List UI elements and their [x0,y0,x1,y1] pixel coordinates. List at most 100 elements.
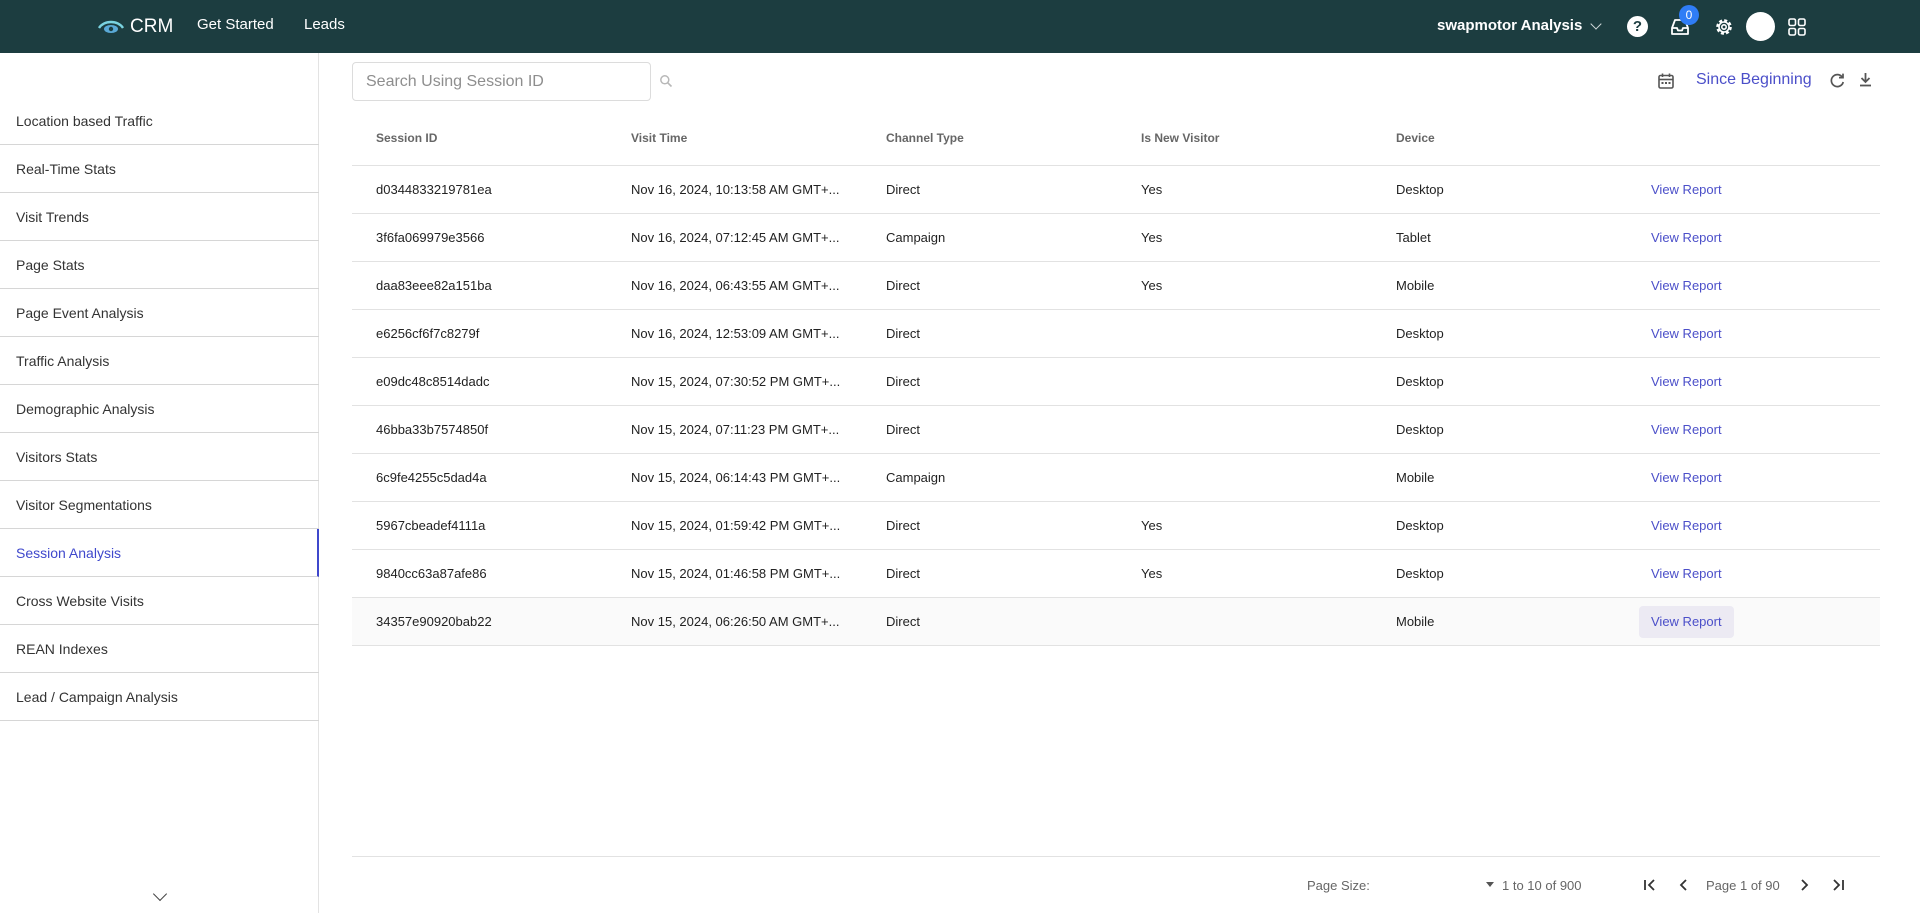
sidebar-item-traffic-analysis[interactable]: Traffic Analysis [0,337,319,385]
cell-visit-time: Nov 16, 2024, 07:12:45 AM GMT+... [631,230,840,245]
view-report-link[interactable]: View Report [1639,414,1734,446]
view-report-link[interactable]: View Report [1639,270,1734,302]
cell-device: Desktop [1396,182,1444,197]
user-avatar[interactable] [1746,12,1775,41]
workspace-selector[interactable]: swapmotor Analysis [1437,17,1602,34]
cell-visit-time: Nov 15, 2024, 01:59:42 PM GMT+... [631,518,841,533]
cell-session-id: daa83eee82a151ba [376,278,492,293]
pagination-bar: Page Size: 1 to 10 of 900 Page 1 of 90 [352,856,1880,913]
view-report-link[interactable]: View Report [1639,462,1734,494]
sidebar-item-page-event-analysis[interactable]: Page Event Analysis [0,289,319,337]
caret-down-icon [1486,882,1494,887]
sidebar-item-location-traffic[interactable]: Location based Traffic [0,97,319,145]
workspace-name: swapmotor Analysis [1437,17,1583,34]
cell-visit-time: Nov 15, 2024, 06:14:43 PM GMT+... [631,470,841,485]
cell-device: Mobile [1396,278,1435,293]
cell-channel-type: Direct [886,326,920,341]
cell-new-visitor: Yes [1141,518,1163,533]
sidebar-item-cross-website-visits[interactable]: Cross Website Visits [0,577,319,625]
sidebar-item-rean-indexes[interactable]: REAN Indexes [0,625,319,673]
cell-channel-type: Direct [886,422,920,437]
gear-icon[interactable] [1713,16,1735,38]
cell-channel-type: Campaign [886,230,946,245]
page-size-select[interactable] [1430,871,1502,899]
cell-device: Mobile [1396,614,1435,629]
view-report-link[interactable]: View Report [1639,318,1734,350]
cell-channel-type: Direct [886,182,920,197]
cell-device: Desktop [1396,518,1444,533]
column-header-visit-time[interactable]: Visit Time [631,131,687,145]
table-row: 3f6fa069979e3566 Nov 16, 2024, 07:12:45 … [352,214,1880,262]
apps-grid-icon[interactable] [1786,16,1808,38]
sidebar-item-visitors-stats[interactable]: Visitors Stats [0,433,319,481]
view-report-link[interactable]: View Report [1639,366,1734,398]
sidebar-item-visit-trends[interactable]: Visit Trends [0,193,319,241]
cell-visit-time: Nov 16, 2024, 10:13:58 AM GMT+... [631,182,840,197]
table-row: 34357e90920bab22 Nov 15, 2024, 06:26:50 … [352,598,1880,646]
cell-channel-type: Direct [886,566,920,581]
cell-session-id: e6256cf6f7c8279f [376,326,480,341]
search-box [352,62,651,101]
column-header-new-visitor[interactable]: Is New Visitor [1141,131,1219,145]
calendar-icon[interactable] [1657,72,1675,90]
table-row: daa83eee82a151ba Nov 16, 2024, 06:43:55 … [352,262,1880,310]
cell-session-id: d0344833219781ea [376,182,492,197]
table-row: 9840cc63a87afe86 Nov 15, 2024, 01:46:58 … [352,550,1880,598]
chevron-down-icon [1590,17,1602,30]
view-report-link[interactable]: View Report [1639,510,1734,542]
column-header-session-id[interactable]: Session ID [376,131,437,145]
sidebar: Location based Traffic Real-Time Stats V… [0,53,319,913]
view-report-link[interactable]: View Report [1639,174,1734,206]
cell-visit-time: Nov 16, 2024, 12:53:09 AM GMT+... [631,326,840,341]
sidebar-item-session-analysis[interactable]: Session Analysis [0,529,319,577]
first-page-icon[interactable] [1642,877,1658,893]
sidebar-item-lead-campaign-analysis[interactable]: Lead / Campaign Analysis [0,673,319,721]
page-info-text: Page 1 of 90 [1706,878,1780,893]
last-page-icon[interactable] [1830,877,1846,893]
column-header-device[interactable]: Device [1396,131,1435,145]
cell-device: Desktop [1396,326,1444,341]
cell-visit-time: Nov 15, 2024, 07:11:23 PM GMT+... [631,422,840,437]
table-row: e09dc48c8514dadc Nov 15, 2024, 07:30:52 … [352,358,1880,406]
sidebar-item-visitor-segmentations[interactable]: Visitor Segmentations [0,481,319,529]
nav-get-started[interactable]: Get Started [197,16,274,33]
download-icon[interactable] [1857,71,1874,88]
table-row: d0344833219781ea Nov 16, 2024, 10:13:58 … [352,166,1880,214]
table-row: e6256cf6f7c8279f Nov 16, 2024, 12:53:09 … [352,310,1880,358]
table-row: 6c9fe4255c5dad4a Nov 15, 2024, 06:14:43 … [352,454,1880,502]
sidebar-item-demographic-analysis[interactable]: Demographic Analysis [0,385,319,433]
sessions-table: Session ID Visit Time Channel Type Is Ne… [352,113,1880,646]
previous-page-icon[interactable] [1676,877,1692,893]
view-report-link[interactable]: View Report [1639,606,1734,638]
help-icon[interactable]: ? [1627,16,1648,37]
logo-eye-icon [98,20,124,33]
refresh-icon[interactable] [1829,72,1846,89]
cell-session-id: 6c9fe4255c5dad4a [376,470,487,485]
cell-visit-time: Nov 15, 2024, 07:30:52 PM GMT+... [631,374,841,389]
cell-session-id: 3f6fa069979e3566 [376,230,485,245]
cell-visit-time: Nov 16, 2024, 06:43:55 AM GMT+... [631,278,840,293]
cell-device: Desktop [1396,566,1444,581]
view-report-link[interactable]: View Report [1639,222,1734,254]
sidebar-expand-chevron-icon[interactable] [152,886,168,902]
cell-new-visitor: Yes [1141,566,1163,581]
search-icon[interactable] [659,74,673,88]
table-header: Session ID Visit Time Channel Type Is Ne… [352,113,1880,166]
cell-session-id: 34357e90920bab22 [376,614,492,629]
column-header-channel-type[interactable]: Channel Type [886,131,964,145]
cell-channel-type: Direct [886,374,920,389]
table-row: 5967cbeadef4111a Nov 15, 2024, 01:59:42 … [352,502,1880,550]
app-logo[interactable]: CRM [98,14,173,40]
view-report-link[interactable]: View Report [1639,558,1734,590]
page-size-label: Page Size: [1307,878,1370,893]
cell-device: Tablet [1396,230,1431,245]
nav-leads[interactable]: Leads [304,16,345,33]
cell-visit-time: Nov 15, 2024, 06:26:50 AM GMT+... [631,614,840,629]
search-input[interactable] [353,63,650,100]
cell-device: Desktop [1396,422,1444,437]
sidebar-item-realtime-stats[interactable]: Real-Time Stats [0,145,319,193]
date-range-selector[interactable]: Since Beginning [1696,71,1812,89]
sidebar-item-page-stats[interactable]: Page Stats [0,241,319,289]
next-page-icon[interactable] [1796,877,1812,893]
top-bar: CRM Get Started Leads swapmotor Analysis… [0,0,1920,53]
